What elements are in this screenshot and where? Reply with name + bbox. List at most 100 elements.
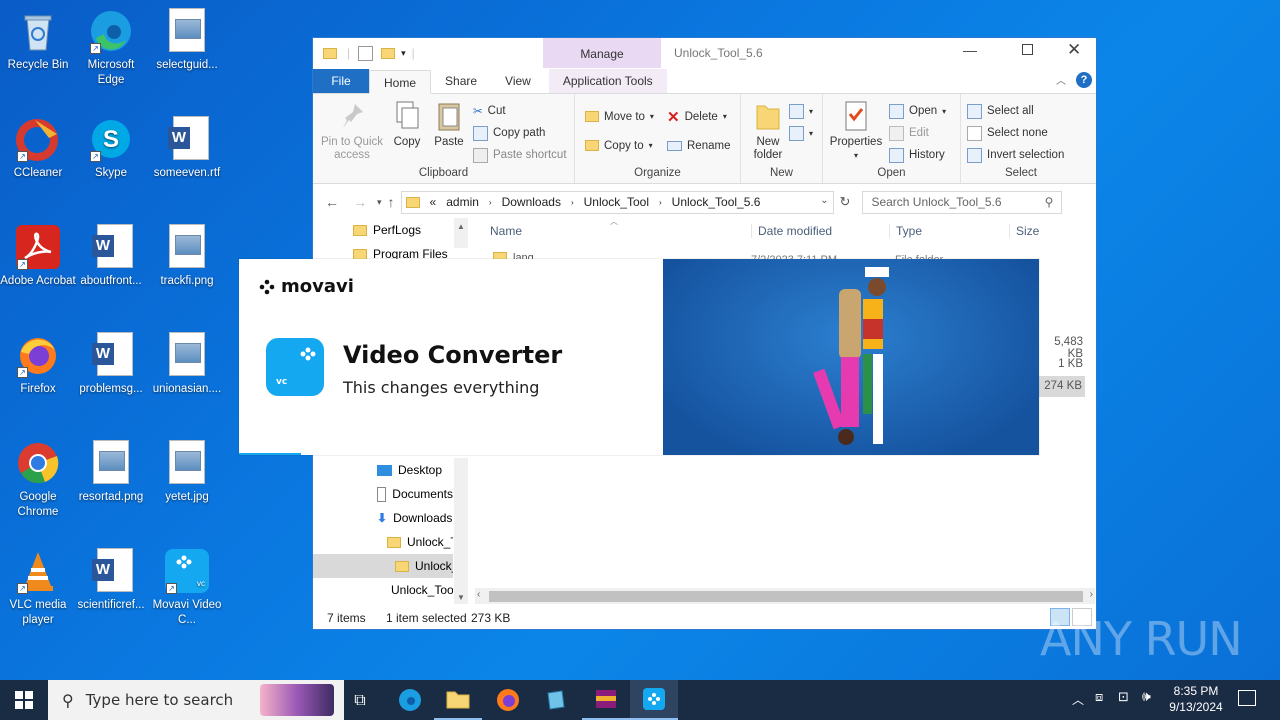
address-bar[interactable]: « admin › Downloads › Unlock_Tool › Unlock_… <box>400 190 834 214</box>
start-button[interactable] <box>0 680 48 720</box>
taskbar-file-explorer-icon[interactable] <box>434 680 482 720</box>
desktop-icon-aboutfront[interactable]: W aboutfront... <box>73 224 149 289</box>
copy-button[interactable]: Copy <box>389 100 425 149</box>
taskbar-search-box[interactable]: ⚲ Type here to search <box>48 680 344 720</box>
nav-item-perflogs[interactable]: PerfLogs <box>353 218 455 242</box>
copy-path-button[interactable]: Copy path <box>473 122 567 144</box>
tab-view[interactable]: View <box>491 69 545 93</box>
chrome-icon <box>15 440 61 486</box>
column-date-modified[interactable]: Date modified <box>751 224 832 238</box>
copy-to-button[interactable]: Copy to ▾ <box>585 131 654 160</box>
desktop-icon-movavi[interactable]: vc ↗ Movavi Video C... <box>149 548 225 628</box>
tab-home[interactable]: Home <box>369 70 432 94</box>
network-icon[interactable]: ⊡ <box>1118 690 1129 705</box>
desktop-icon-problemsg[interactable]: W problemsg... <box>73 332 149 397</box>
nav-item-unlock-tool-archive[interactable]: Unlock_Tool <box>313 578 453 602</box>
taskbar-firefox-icon[interactable] <box>484 680 532 720</box>
new-folder-button[interactable]: New folder <box>745 100 791 162</box>
properties-button[interactable]: Properties ▾ <box>827 100 885 162</box>
notifications-icon[interactable] <box>1238 690 1256 706</box>
select-all-button[interactable]: Select all <box>967 100 1064 122</box>
refresh-icon[interactable]: ↻ <box>840 194 851 210</box>
edit-button[interactable]: Edit <box>889 122 946 144</box>
desktop-icon-resortad[interactable]: resortad.png <box>73 440 149 505</box>
up-icon[interactable]: ↑ <box>388 194 395 210</box>
search-input[interactable]: Search Unlock_Tool_5.6 ⚲ <box>862 190 1063 214</box>
image-file-icon <box>164 440 210 486</box>
nav-scrollbar-top[interactable]: ▲ <box>454 218 468 248</box>
task-view-icon[interactable]: ⧉ <box>336 680 384 720</box>
desktop-icon-yetet[interactable]: yetet.jpg <box>149 440 225 505</box>
delete-button[interactable]: ✕ Delete ▾ <box>667 102 730 131</box>
recent-locations-icon[interactable]: ▾ <box>377 197 382 208</box>
collapse-ribbon-icon[interactable]: ︿ <box>1056 72 1066 87</box>
column-size[interactable]: Size <box>1009 224 1039 238</box>
horizontal-scrollbar[interactable]: ‹ › <box>475 588 1095 604</box>
move-to-button[interactable]: Move to ▾ <box>585 102 654 131</box>
paste-button[interactable]: Paste <box>431 100 467 149</box>
tab-share[interactable]: Share <box>431 69 491 93</box>
address-dropdown-icon[interactable]: ⌄ <box>820 195 828 206</box>
taskbar-edge-icon[interactable] <box>386 680 434 720</box>
column-name[interactable]: Name <box>490 224 522 238</box>
manage-context-tab[interactable]: Manage <box>543 38 661 68</box>
desktop-icon-skype[interactable]: S ↗ Skype <box>73 116 149 181</box>
taskbar-notepad-icon[interactable] <box>532 680 580 720</box>
volume-icon[interactable]: 🕪 <box>1142 689 1151 705</box>
desktop-icon-vlc[interactable]: ↗ VLC media player <box>0 548 76 628</box>
new-item-button[interactable]: ▾ <box>789 100 813 122</box>
maximize-button[interactable] <box>1022 44 1033 55</box>
minimize-button[interactable]: — <box>963 42 977 58</box>
help-icon[interactable]: ? <box>1076 72 1092 88</box>
properties-quick-icon[interactable] <box>358 45 374 61</box>
rename-button[interactable]: Rename <box>667 131 730 160</box>
open-button[interactable]: Open ▾ <box>889 100 946 122</box>
desktop-icon-acrobat[interactable]: ↗ Adobe Acrobat <box>0 224 76 289</box>
nav-item-desktop[interactable]: Desktop <box>313 458 453 482</box>
invert-selection-button[interactable]: Invert selection <box>967 144 1064 166</box>
desktop-icon-ccleaner[interactable]: ↗ CCleaner <box>0 116 76 181</box>
nav-item-documents[interactable]: Documents <box>313 482 453 506</box>
desktop-icon-unionasian[interactable]: unionasian.... <box>149 332 225 397</box>
desktop-icon-scientificref[interactable]: W scientificref... <box>73 548 149 613</box>
tab-application-tools[interactable]: Application Tools <box>548 69 667 93</box>
easy-access-button[interactable]: ▾ <box>789 122 813 144</box>
breadcrumb-downloads[interactable]: Downloads <box>502 195 561 209</box>
desktop-icon-someeven[interactable]: W someeven.rtf <box>149 116 225 181</box>
scrollbar-thumb[interactable] <box>489 591 1083 602</box>
taskbar-winrar-icon[interactable] <box>582 680 630 720</box>
column-type[interactable]: Type <box>889 224 922 238</box>
size-cell: 5,483 KB <box>1054 336 1083 360</box>
desktop-icon-trackfi[interactable]: trackfi.png <box>149 224 225 289</box>
desktop-icon-chrome[interactable]: Google Chrome <box>0 440 76 520</box>
breadcrumb-unlock-tool[interactable]: Unlock_Tool <box>584 195 649 209</box>
paste-shortcut-button[interactable]: Paste shortcut <box>473 144 567 166</box>
nav-item-downloads[interactable]: ⬇ Downloads <box>313 506 453 530</box>
cut-button[interactable]: ✂ Cut <box>473 100 567 122</box>
tab-file[interactable]: File <box>313 69 369 93</box>
breadcrumb-admin[interactable]: admin <box>446 195 479 209</box>
back-icon[interactable]: ← <box>325 194 339 210</box>
forward-icon[interactable]: → <box>353 194 367 210</box>
taskbar-movavi-icon[interactable] <box>630 680 678 720</box>
history-button[interactable]: History <box>889 144 946 166</box>
new-folder-quick-icon[interactable] <box>381 47 396 59</box>
nav-item-unlock-tool[interactable]: Unlock_Tool <box>313 530 453 554</box>
network-adapter-icon[interactable]: ⧈ <box>1095 690 1103 705</box>
show-hidden-icons-icon[interactable]: ︿ <box>1072 691 1084 708</box>
quick-access-dropdown-icon[interactable]: ▾ <box>401 48 406 59</box>
desktop-icon-recycle-bin[interactable]: Recycle Bin <box>0 8 76 73</box>
pin-quick-access-button[interactable]: Pin to Quick access <box>319 100 385 162</box>
desktop-icon-edge[interactable]: ↗ Microsoft Edge <box>73 8 149 88</box>
word-doc-icon: W <box>88 224 134 270</box>
breadcrumb-unlock-tool-5-6[interactable]: Unlock_Tool_5.6 <box>672 195 761 209</box>
nav-scrollbar-bottom[interactable]: ▼ <box>454 458 468 604</box>
clock[interactable]: 8:35 PM 9/13/2024 <box>1164 683 1228 715</box>
nav-item-unlock-tool-5-6[interactable]: Unlock_Tool_5.6 <box>313 554 453 578</box>
desktop-icon-selectguid[interactable]: selectguid... <box>149 8 225 73</box>
select-none-button[interactable]: Select none <box>967 122 1064 144</box>
close-button[interactable]: ✕ <box>1067 40 1081 60</box>
desktop-icon-firefox[interactable]: ↗ Firefox <box>0 332 76 397</box>
word-doc-icon: W <box>88 548 134 594</box>
select-all-icon <box>967 103 982 119</box>
